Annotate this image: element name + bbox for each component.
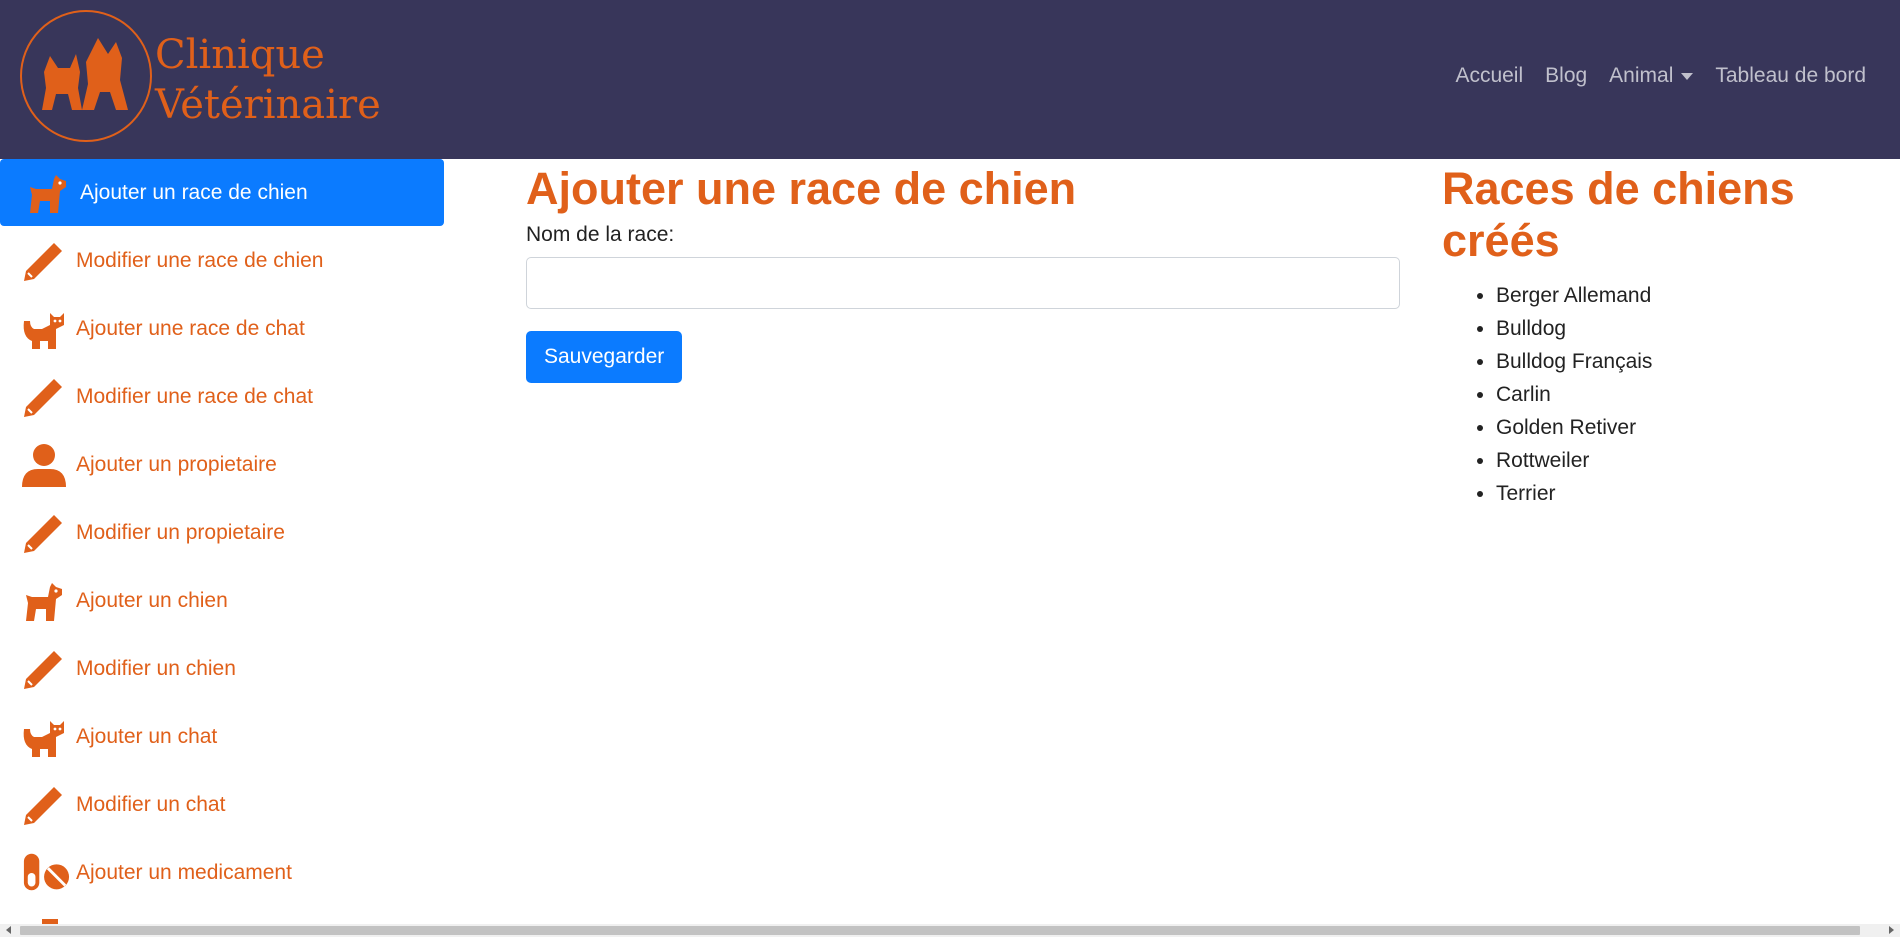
list-item: Berger Allemand [1496,279,1862,312]
breed-list-panel: Races de chiens créés Berger Allemand Bu… [1442,159,1862,510]
sidebar-item-modifier-race-chien[interactable]: Modifier une race de chien [0,227,444,294]
sidebar-item-label: Modifier un chien [76,656,236,680]
sidebar-item-ajouter-race-chien[interactable]: Ajouter un race de chien [0,159,444,226]
sidebar-item-ajouter-propietaire[interactable]: Ajouter un propietaire [0,431,444,498]
cat-icon [22,307,70,351]
scroll-left-arrow-icon[interactable] [6,926,11,934]
nav-animal-dropdown[interactable]: Animal [1609,64,1694,88]
scroll-right-arrow-icon[interactable] [1889,926,1894,934]
cat-icon [22,715,70,759]
pencil-icon [22,375,70,419]
sidebar-item-ajouter-chat[interactable]: Ajouter un chat [0,703,444,770]
logo-text: Clinique Vétérinaire [155,30,381,130]
list-item: Bulldog Français [1496,345,1862,378]
pencil-icon [22,511,70,555]
user-icon [22,443,70,487]
sidebar-item-partial[interactable] [0,907,444,924]
sidebar-item-ajouter-race-chat[interactable]: Ajouter une race de chat [0,295,444,362]
sidebar-item-label: Modifier un propietaire [76,520,285,544]
main-content: Ajouter une race de chien Nom de la race… [526,159,1401,383]
breed-list-title: Races de chiens créés [1442,163,1795,266]
sidebar-item-label: Ajouter un chien [76,588,228,612]
breed-name-label: Nom de la race: [526,223,675,246]
nav-links: Accueil Blog Animal Tableau de bord [1455,64,1866,88]
sidebar-item-label: Modifier une race de chien [76,248,324,272]
sidebar-item-label: Ajouter un race de chien [80,180,308,204]
nav-accueil[interactable]: Accueil [1455,64,1523,88]
list-item: Golden Retiver [1496,411,1862,444]
sidebar-item-label: Ajouter un propietaire [76,452,277,476]
horizontal-scrollbar[interactable] [0,924,1900,937]
top-navbar: Clinique Vétérinaire Accueil Blog Animal… [0,0,1900,159]
nav-blog[interactable]: Blog [1545,64,1587,88]
cat-dog-logo-icon [42,38,128,110]
save-button[interactable]: Sauvegarder [526,331,683,383]
pencil-icon [22,647,70,691]
sidebar-item-label: Ajouter un chat [76,724,218,748]
dog-icon [22,579,70,623]
nav-animal-label: Animal [1609,64,1674,87]
scrollbar-thumb[interactable] [20,926,1860,935]
list-item: Terrier [1496,477,1862,510]
sidebar-item-modifier-chat[interactable]: Modifier un chat [0,771,444,838]
caret-down-icon [1681,72,1694,80]
sidebar-item-label: Modifier une race de chat [76,384,313,408]
sidebar-item-modifier-race-chat[interactable]: Modifier une race de chat [0,363,444,430]
sidebar-item-ajouter-medicament[interactable]: Ajouter un medicament [0,839,444,906]
breed-name-input[interactable] [526,257,1400,309]
clinic-logo[interactable]: Clinique Vétérinaire [20,10,381,145]
sidebar-item-label: Ajouter un medicament [76,860,292,884]
sidebar-item-ajouter-chien[interactable]: Ajouter un chien [0,567,444,634]
sidebar-item-label: Ajouter une race de chat [76,316,305,340]
list-item: Bulldog [1496,312,1862,345]
list-item: Rottweiler [1496,444,1862,477]
list-item: Carlin [1496,378,1862,411]
sidebar: Ajouter un race de chien Modifier une ra… [0,159,444,924]
pencil-icon [22,783,70,827]
sidebar-item-label: Modifier un chat [76,792,226,816]
logo-line-1: Clinique [155,32,325,78]
pills-icon [22,851,70,895]
nav-tableau-de-bord[interactable]: Tableau de bord [1715,64,1866,88]
dog-icon [26,171,74,215]
page-title: Ajouter une race de chien [526,163,1077,214]
pencil-icon [22,239,70,283]
breed-list: Berger Allemand Bulldog Bulldog Français… [1442,279,1862,510]
sidebar-item-modifier-chien[interactable]: Modifier un chien [0,635,444,702]
sidebar-item-modifier-propietaire[interactable]: Modifier un propietaire [0,499,444,566]
logo-line-2: Vétérinaire [155,82,381,128]
